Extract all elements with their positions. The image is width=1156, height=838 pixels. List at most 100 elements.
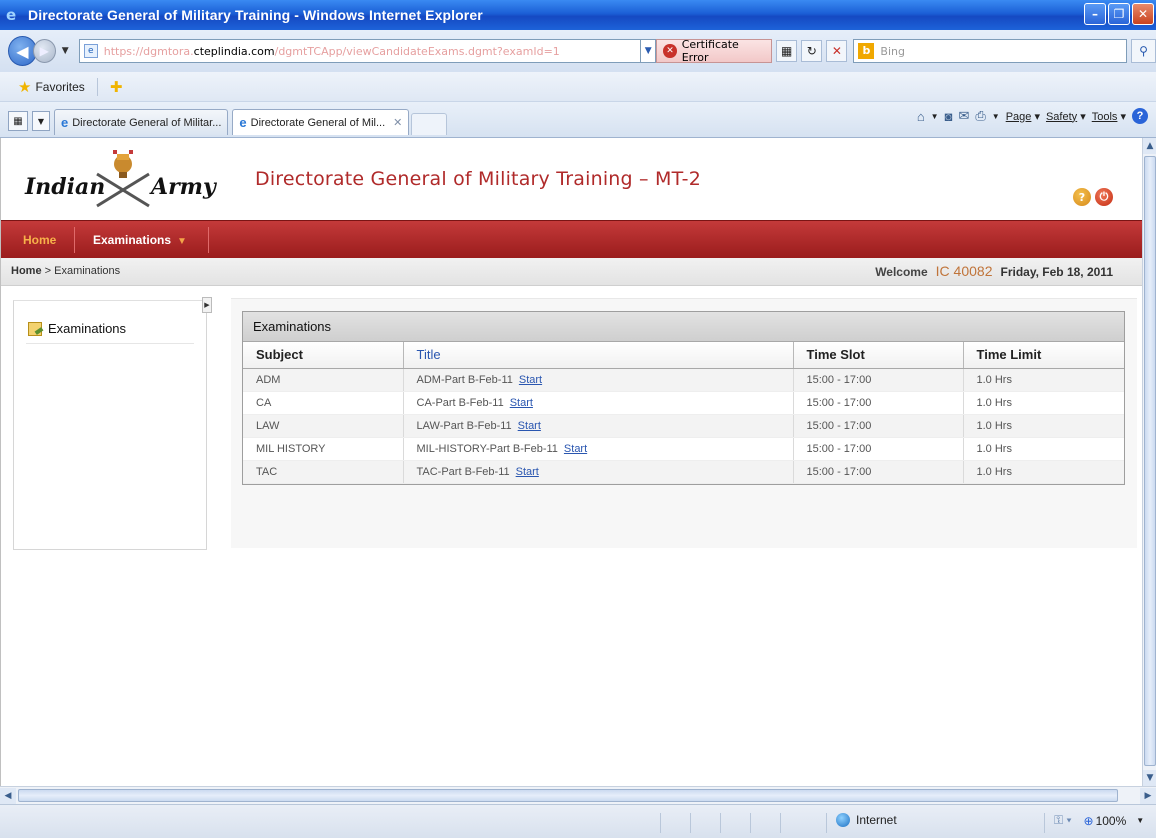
status-divider: [660, 813, 661, 833]
security-zone[interactable]: Internet: [836, 813, 897, 827]
cell-time-limit: 1.0 Hrs: [963, 460, 1124, 484]
tab-1[interactable]: e Directorate General of Militar...: [54, 109, 229, 135]
status-divider: [826, 813, 827, 833]
scroll-right-icon[interactable]: ▶: [1140, 788, 1156, 804]
favorites-bar: ★ Favorites ✚: [0, 72, 1156, 102]
vertical-scrollbar[interactable]: ▲ ▼: [1142, 138, 1156, 786]
start-exam-link[interactable]: Start: [516, 466, 539, 478]
tab-list-dropdown-icon[interactable]: ▼: [32, 111, 50, 131]
breadcrumb: Home > Examinations: [11, 265, 120, 277]
print-dropdown-icon[interactable]: ▼: [992, 112, 1000, 121]
vertical-scroll-thumb[interactable]: [1144, 156, 1156, 766]
tab-2-active[interactable]: e Directorate General of Mil... ✕: [232, 109, 410, 135]
cell-subject: TAC: [243, 460, 404, 484]
search-placeholder: Bing: [880, 44, 905, 58]
zoom-control[interactable]: ⊕ 100% ▼: [1084, 814, 1145, 828]
restore-button[interactable]: ❐: [1108, 3, 1130, 25]
cell-time-slot: 15:00 - 17:00: [793, 391, 964, 415]
window-title: Directorate General of Military Training…: [28, 7, 483, 23]
close-tab-icon[interactable]: ✕: [393, 116, 402, 129]
add-to-favorites-icon[interactable]: ✚: [110, 78, 123, 96]
compatibility-view-icon[interactable]: ▦: [776, 40, 798, 62]
favorites-star-icon[interactable]: ★: [18, 78, 31, 96]
bing-icon: b: [858, 43, 875, 59]
tools-menu[interactable]: Tools ▾: [1092, 110, 1126, 123]
help-icon[interactable]: ?: [1132, 108, 1148, 124]
close-window-button[interactable]: ✕: [1132, 3, 1154, 25]
page-menu[interactable]: Page ▾: [1006, 110, 1040, 123]
search-input[interactable]: b Bing: [853, 39, 1128, 63]
cell-time-slot: 15:00 - 17:00: [793, 460, 964, 484]
zone-label: Internet: [856, 813, 897, 827]
indian-army-logo: Indian Army: [25, 148, 225, 208]
menu-examinations[interactable]: Examinations ▼: [93, 233, 187, 247]
help-icon[interactable]: ?: [1073, 188, 1091, 206]
new-tab-button[interactable]: [411, 113, 448, 135]
cell-title: MIL-HISTORY-Part B-Feb-11 Start: [403, 437, 794, 461]
address-dropdown-icon[interactable]: ▼: [641, 39, 657, 63]
horizontal-scrollbar[interactable]: ◀ ▶: [0, 786, 1156, 804]
cell-time-limit: 1.0 Hrs: [963, 414, 1124, 438]
forward-button[interactable]: ▶: [32, 39, 56, 63]
sidebar-item-label: Examinations: [48, 321, 127, 336]
sidebar-divider: [26, 343, 194, 344]
cell-subject: LAW: [243, 414, 404, 438]
scroll-down-icon[interactable]: ▼: [1143, 770, 1156, 786]
url-scheme: https://dgmtora.: [103, 44, 194, 58]
status-right: ⚿ ▾ ⊕ 100% ▼: [1054, 813, 1144, 828]
start-exam-link[interactable]: Start: [510, 397, 533, 409]
home-icon[interactable]: ⌂: [917, 109, 925, 124]
breadcrumb-home[interactable]: Home: [11, 265, 42, 277]
table-row: MIL HISTORY MIL-HISTORY-Part B-Feb-11 Sta…: [243, 437, 1124, 461]
tab-label: Directorate General of Militar...: [72, 116, 222, 129]
address-bar[interactable]: e https://dgmtora. cteplindia.com/dgmtTCA…: [78, 39, 641, 63]
start-exam-link[interactable]: Start: [518, 420, 541, 432]
home-dropdown-icon[interactable]: ▼: [931, 112, 939, 121]
window-controls: – ❐ ✕: [1084, 3, 1154, 25]
stop-icon[interactable]: ✕: [826, 40, 848, 62]
column-header-time-slot: Time Slot: [793, 342, 964, 369]
menu-home[interactable]: Home: [23, 233, 56, 247]
logo-word-army: Army: [151, 174, 216, 200]
recent-pages-dropdown-icon[interactable]: ▼: [62, 46, 69, 56]
ie-page-icon: e: [61, 115, 69, 130]
refresh-icon[interactable]: ↻: [801, 40, 823, 62]
page-viewport: Indian Army Directorate General of Milit…: [0, 138, 1142, 786]
minimize-button[interactable]: –: [1084, 3, 1106, 25]
read-mail-icon[interactable]: ✉: [958, 108, 969, 124]
zoom-icon: ⊕: [1083, 813, 1094, 828]
horizontal-scroll-thumb[interactable]: [18, 789, 1118, 802]
certificate-error-button[interactable]: ✕ Certificate Error: [656, 38, 773, 64]
column-header-time-limit: Time Limit: [963, 342, 1124, 369]
favorites-button[interactable]: Favorites: [35, 80, 84, 94]
start-exam-link[interactable]: Start: [519, 374, 542, 386]
collapse-sidebar-icon[interactable]: ▶: [202, 297, 212, 313]
table-row: TAC TAC-Part B-Feb-11 Start 15:00 - 17:00…: [243, 460, 1124, 484]
feeds-icon[interactable]: ◙: [945, 109, 953, 124]
column-header-title[interactable]: Title: [403, 342, 794, 369]
logout-power-icon[interactable]: ⏻: [1095, 188, 1113, 206]
print-icon[interactable]: ⎙: [975, 108, 985, 124]
main-panel: Examinations Subject Title Time Slot Tim…: [231, 298, 1137, 548]
command-bar: ⌂ ▼ ◙ ✉ ⎙ ▼ Page ▾ Safety ▾ Tools ▾ ?: [917, 108, 1148, 124]
scroll-left-icon[interactable]: ◀: [0, 788, 16, 804]
page-icon: e: [83, 44, 98, 58]
scroll-up-icon[interactable]: ▲: [1143, 138, 1156, 154]
zoom-dropdown-icon: ▼: [1136, 816, 1145, 825]
url-host: cteplindia.com: [193, 44, 275, 58]
window-title-bar: e Directorate General of Military Traini…: [0, 0, 1156, 30]
site-title: Directorate General of Military Training…: [255, 168, 701, 190]
cell-title: ADM-Part B-Feb-11 Start: [403, 368, 794, 392]
search-icon[interactable]: ⚲: [1131, 39, 1156, 63]
url-path: /dgmtTCApp/viewCandidateExams.dgmt?examI…: [274, 44, 560, 58]
quick-tabs-icon[interactable]: ▦: [8, 111, 28, 131]
column-header-subject: Subject: [243, 342, 404, 369]
start-exam-link[interactable]: Start: [564, 443, 587, 455]
safety-menu[interactable]: Safety ▾: [1046, 110, 1086, 123]
chevron-down-icon: ▼: [177, 236, 187, 247]
army-emblem-icon: [96, 150, 150, 208]
protected-mode-icon[interactable]: ⚿ ▾: [1054, 813, 1072, 828]
sidebar-item-examinations[interactable]: Examinations: [28, 321, 126, 336]
header-actions: ? ⏻: [1073, 188, 1113, 206]
status-bar: Internet ⚿ ▾ ⊕ 100% ▼: [0, 804, 1156, 838]
